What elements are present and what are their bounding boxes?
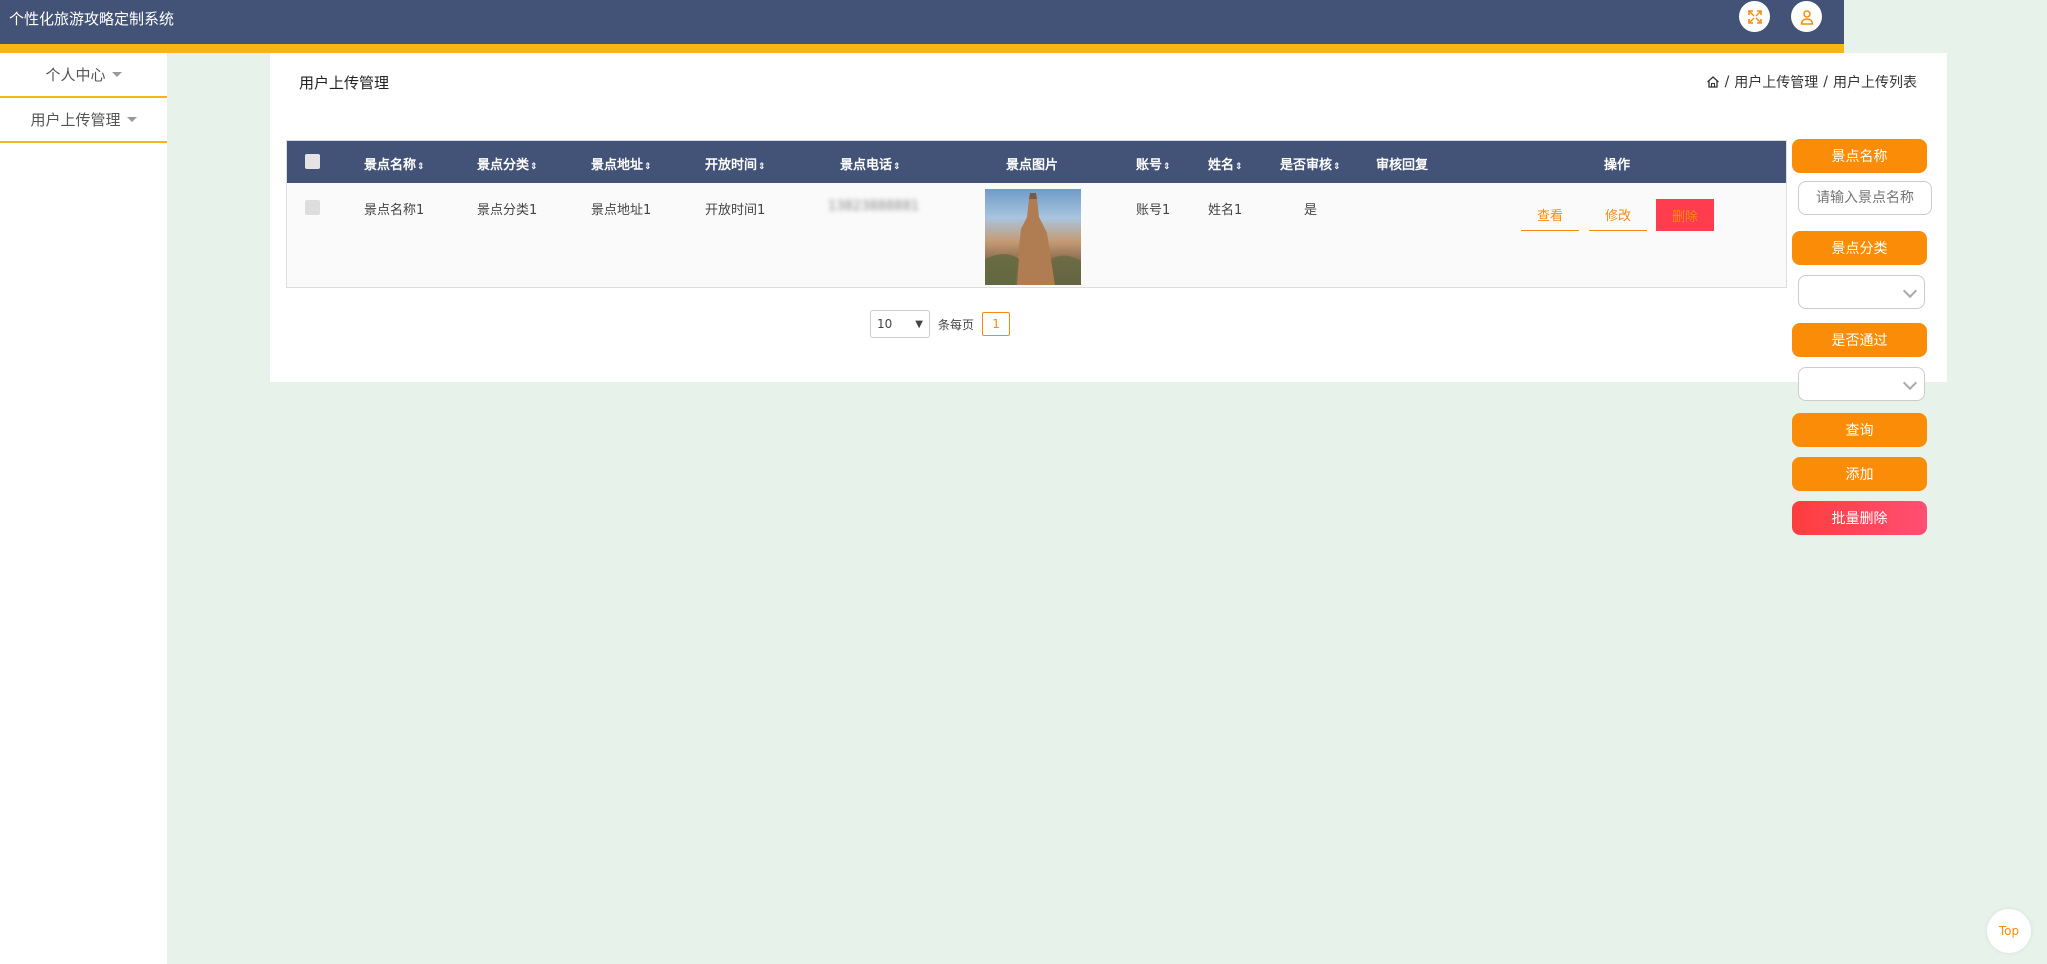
column-header-address[interactable]: 景点地址⇕: [591, 154, 652, 173]
column-header-category[interactable]: 景点分类⇕: [477, 154, 538, 173]
query-button[interactable]: 查询: [1792, 413, 1927, 447]
sort-icon: ⇕: [1235, 162, 1243, 172]
page-number-current[interactable]: 1: [982, 312, 1011, 336]
header-accent-strip: [0, 44, 1844, 53]
column-header-reviewed[interactable]: 是否审核⇕: [1280, 154, 1341, 173]
column-header-label: 是否审核: [1280, 158, 1333, 173]
column-header-open-time[interactable]: 开放时间⇕: [705, 154, 766, 173]
cell-address: 景点地址1: [591, 203, 652, 218]
sidebar-item-user-uploads[interactable]: 用户上传管理: [0, 98, 167, 143]
cell-open-time: 开放时间1: [705, 203, 766, 218]
page-title: 用户上传管理: [299, 74, 390, 92]
cell-name: 景点名称1: [364, 203, 425, 218]
cell-phone: 13823888881: [828, 199, 919, 214]
column-header-label: 景点电话: [840, 158, 893, 173]
chevron-down-icon: [1902, 283, 1918, 299]
page-size-select[interactable]: 10 ▼: [870, 310, 930, 338]
chevron-down-icon: [126, 117, 137, 122]
column-header-label: 账号: [1136, 158, 1163, 173]
cell-account: 账号1: [1136, 203, 1171, 218]
sort-icon: ⇕: [530, 162, 538, 172]
page-size-value: 10: [877, 317, 893, 331]
pagination: 10 ▼ 条每页 1: [870, 310, 1011, 338]
back-to-top-button[interactable]: Top: [1987, 909, 2031, 953]
data-table: 景点名称⇕ 景点分类⇕ 景点地址⇕ 开放时间⇕ 景点电话⇕ 景点图片 账号⇕ 姓…: [286, 140, 1787, 288]
column-header-label: 景点地址: [591, 158, 644, 173]
per-page-label: 条每页: [938, 317, 975, 332]
chevron-down-icon: ▼: [915, 318, 923, 330]
sidebar: 个人中心 用户上传管理: [0, 53, 167, 964]
cell-realname: 姓名1: [1208, 203, 1243, 218]
column-header-name[interactable]: 景点名称⇕: [364, 154, 425, 173]
user-icon: [1800, 9, 1813, 25]
filter-passed-select[interactable]: [1798, 367, 1925, 401]
chevron-down-icon: [111, 72, 122, 77]
sort-icon: ⇕: [1163, 162, 1171, 172]
edit-button[interactable]: 修改: [1589, 199, 1647, 231]
delete-button[interactable]: 删除: [1656, 199, 1714, 231]
cell-category: 景点分类1: [477, 203, 538, 218]
sidebar-item-label: 用户上传管理: [30, 111, 121, 129]
user-button[interactable]: [1791, 1, 1822, 32]
view-button[interactable]: 查看: [1521, 199, 1579, 231]
column-header-label: 景点分类: [477, 158, 530, 173]
column-header-reply: 审核回复: [1376, 158, 1429, 173]
sort-icon: ⇕: [758, 162, 766, 172]
fullscreen-button[interactable]: [1739, 1, 1770, 32]
column-header-account[interactable]: 账号⇕: [1136, 154, 1171, 173]
breadcrumb-item[interactable]: 用户上传管理: [1734, 72, 1818, 92]
breadcrumb-separator: /: [1724, 74, 1730, 90]
sort-icon: ⇕: [1333, 162, 1341, 172]
column-header-label: 景点名称: [364, 158, 417, 173]
sidebar-item-label: 个人中心: [45, 66, 106, 84]
row-checkbox[interactable]: [305, 200, 320, 215]
column-header-phone[interactable]: 景点电话⇕: [840, 154, 901, 173]
breadcrumb-item: 用户上传列表: [1833, 75, 1917, 91]
sidebar-item-personal-center[interactable]: 个人中心: [0, 53, 167, 98]
filter-category-label: 景点分类: [1792, 231, 1927, 265]
chevron-down-icon: [1902, 375, 1918, 391]
filter-category-select[interactable]: [1798, 275, 1925, 309]
add-button[interactable]: 添加: [1792, 457, 1927, 491]
column-header-label: 姓名: [1208, 158, 1235, 173]
column-header-label: 开放时间: [705, 158, 758, 173]
filter-passed-label: 是否通过: [1792, 323, 1927, 357]
column-header-realname[interactable]: 姓名⇕: [1208, 154, 1243, 173]
home-icon[interactable]: [1706, 75, 1720, 89]
filter-name-label: 景点名称: [1792, 139, 1927, 173]
breadcrumb: / 用户上传管理 / 用户上传列表: [1706, 72, 1917, 92]
select-all-checkbox[interactable]: [305, 154, 320, 169]
column-header-image: 景点图片: [1006, 158, 1059, 173]
top-bar: 个性化旅游攻略定制系统: [0, 0, 1844, 44]
breadcrumb-separator: /: [1823, 74, 1828, 90]
app-title: 个性化旅游攻略定制系统: [9, 10, 175, 28]
cell-photo[interactable]: [985, 189, 1081, 285]
sort-icon: ⇕: [644, 162, 652, 172]
cell-reviewed: 是: [1304, 203, 1318, 218]
attraction-image: [985, 193, 1081, 285]
filter-name-input[interactable]: [1798, 181, 1932, 215]
column-header-actions: 操作: [1604, 158, 1631, 173]
batch-delete-button[interactable]: 批量删除: [1792, 501, 1927, 535]
fullscreen-icon: [1747, 9, 1762, 24]
sort-icon: ⇕: [893, 162, 901, 172]
table-header: 景点名称⇕ 景点分类⇕ 景点地址⇕ 开放时间⇕ 景点电话⇕ 景点图片 账号⇕ 姓…: [287, 141, 1786, 183]
sort-icon: ⇕: [417, 162, 425, 172]
